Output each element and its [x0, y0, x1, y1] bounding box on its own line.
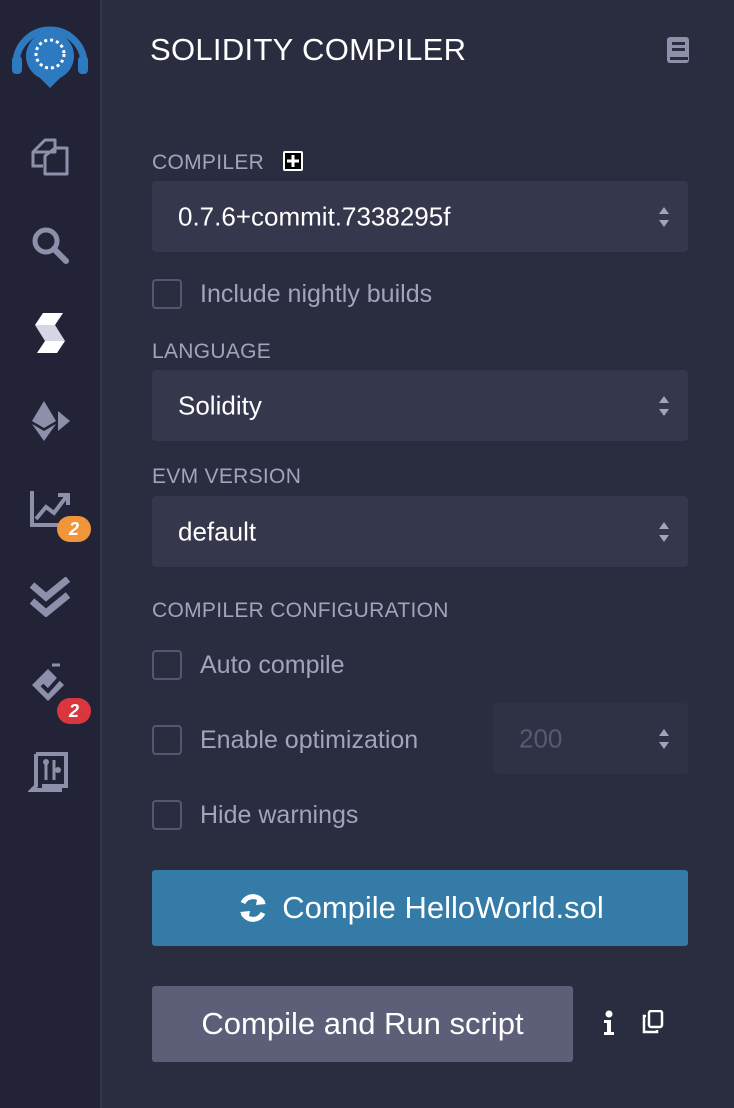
verify-check-icon[interactable]: 2	[0, 650, 100, 724]
deploy-run-icon[interactable]	[0, 386, 100, 456]
select-arrows-icon	[659, 206, 669, 227]
analysis-chart-icon[interactable]: 2	[0, 474, 100, 544]
auto-compile-checkbox[interactable]	[152, 650, 182, 680]
nightly-builds-label: Include nightly builds	[200, 279, 433, 308]
optimization-checkbox[interactable]	[152, 725, 182, 755]
nightly-builds-row[interactable]: Include nightly builds	[152, 279, 432, 309]
info-icon[interactable]	[602, 1010, 616, 1041]
language-select[interactable]: Solidity	[152, 370, 688, 441]
copy-icon[interactable]	[642, 1009, 664, 1039]
language-label: LANGUAGE	[152, 340, 272, 363]
solidity-compiler-icon[interactable]	[0, 298, 100, 368]
stepper-arrows-icon[interactable]	[658, 727, 670, 751]
select-arrows-icon	[659, 521, 669, 542]
compile-button[interactable]: Compile HelloWorld.sol	[152, 870, 688, 946]
notification-badge: 2	[57, 516, 91, 542]
optimization-label: Enable optimization	[200, 725, 419, 754]
evm-version-label: EVM VERSION	[152, 465, 302, 488]
hide-warnings-label: Hide warnings	[200, 800, 359, 829]
compile-and-run-script-button[interactable]: Compile and Run script	[152, 986, 573, 1062]
documentation-book-icon[interactable]	[666, 36, 690, 69]
add-compiler-icon[interactable]	[282, 150, 304, 172]
auto-compile-row[interactable]: Auto compile	[152, 650, 345, 680]
compiler-configuration-label: COMPILER CONFIGURATION	[152, 599, 449, 622]
optimization-runs-input[interactable]: 200	[493, 703, 688, 774]
double-check-icon[interactable]	[0, 562, 100, 632]
refresh-icon	[240, 894, 267, 922]
file-explorer-icon[interactable]	[0, 122, 100, 192]
notification-badge: 2	[57, 698, 91, 724]
hide-warnings-checkbox[interactable]	[152, 800, 182, 830]
icon-sidebar: 2 2	[0, 0, 102, 1108]
optimization-row[interactable]: Enable optimization	[152, 725, 418, 755]
compiler-panel: SOLIDITY COMPILER COMPILER 0.7.6+commit.…	[102, 0, 734, 1108]
remix-logo-icon[interactable]	[0, 18, 100, 94]
circuit-plugin-icon[interactable]	[0, 738, 100, 808]
compiler-version-select[interactable]: 0.7.6+commit.7338295f	[152, 181, 688, 252]
nightly-builds-checkbox[interactable]	[152, 279, 182, 309]
panel-title: SOLIDITY COMPILER	[150, 32, 467, 67]
auto-compile-label: Auto compile	[200, 650, 345, 679]
evm-version-select[interactable]: default	[152, 496, 688, 567]
compiler-label: COMPILER	[152, 150, 304, 175]
hide-warnings-row[interactable]: Hide warnings	[152, 800, 358, 830]
search-icon[interactable]	[0, 210, 100, 280]
select-arrows-icon	[659, 395, 669, 416]
